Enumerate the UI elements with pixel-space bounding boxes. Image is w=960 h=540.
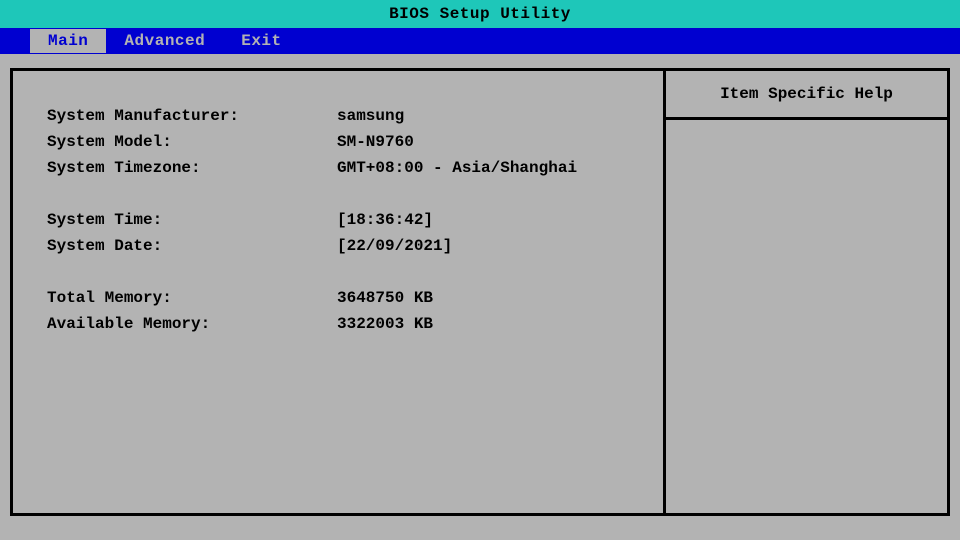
- row-system-timezone: System Timezone: GMT+08:00 - Asia/Shangh…: [47, 155, 663, 181]
- app-title: BIOS Setup Utility: [389, 5, 571, 23]
- menu-tab-label: Advanced: [124, 32, 205, 50]
- row-available-memory: Available Memory: 3322003 KB: [47, 311, 663, 337]
- label-system-manufacturer: System Manufacturer:: [47, 103, 337, 129]
- value-system-timezone: GMT+08:00 - Asia/Shanghai: [337, 155, 577, 181]
- spacer: [47, 181, 663, 207]
- menu-tab-main[interactable]: Main: [30, 29, 106, 53]
- value-system-time: [18:36:42]: [337, 207, 433, 233]
- help-panel: Item Specific Help: [663, 71, 947, 513]
- menu-tab-exit[interactable]: Exit: [223, 29, 299, 53]
- help-header-text: Item Specific Help: [720, 85, 893, 103]
- main-panel: System Manufacturer: samsung System Mode…: [13, 71, 663, 513]
- label-system-time: System Time:: [47, 207, 337, 233]
- menu-tab-label: Exit: [241, 32, 281, 50]
- spacer: [47, 259, 663, 285]
- row-system-manufacturer: System Manufacturer: samsung: [47, 103, 663, 129]
- value-system-model: SM-N9760: [337, 129, 414, 155]
- label-system-date: System Date:: [47, 233, 337, 259]
- label-total-memory: Total Memory:: [47, 285, 337, 311]
- label-system-timezone: System Timezone:: [47, 155, 337, 181]
- row-system-date[interactable]: System Date: [22/09/2021]: [47, 233, 663, 259]
- menu-bar: Main Advanced Exit: [0, 28, 960, 54]
- value-available-memory: 3322003 KB: [337, 311, 433, 337]
- help-header: Item Specific Help: [666, 71, 947, 120]
- value-system-date: [22/09/2021]: [337, 233, 452, 259]
- row-system-time[interactable]: System Time: [18:36:42]: [47, 207, 663, 233]
- row-system-model: System Model: SM-N9760: [47, 129, 663, 155]
- row-total-memory: Total Memory: 3648750 KB: [47, 285, 663, 311]
- panels: System Manufacturer: samsung System Mode…: [10, 68, 950, 516]
- label-available-memory: Available Memory:: [47, 311, 337, 337]
- title-bar: BIOS Setup Utility: [0, 0, 960, 28]
- value-total-memory: 3648750 KB: [337, 285, 433, 311]
- menu-tab-label: Main: [48, 32, 88, 50]
- value-system-manufacturer: samsung: [337, 103, 404, 129]
- menu-tab-advanced[interactable]: Advanced: [106, 29, 223, 53]
- label-system-model: System Model:: [47, 129, 337, 155]
- content-area: System Manufacturer: samsung System Mode…: [0, 54, 960, 526]
